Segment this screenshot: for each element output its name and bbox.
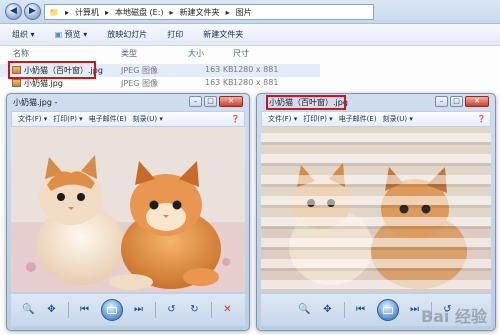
maximize-icon[interactable]: □ [450,96,463,107]
image-file-icon [12,79,21,87]
highlight-box [266,95,346,110]
address-bar-row: ◀ ▶ 📁 ▸ 计算机 ▸ 本地磁盘 (E:) ▸ 新建文件夹 ▸ 图片 [0,0,500,24]
fit-window-icon[interactable]: ✥ [321,303,335,317]
explorer-toolbar: 组织 ▾ ▣ 预览 ▾ 放映幻灯片 打印 新建文件夹 [0,24,500,46]
slideshow-icon [382,306,393,314]
column-type[interactable]: 类型 [121,48,137,59]
breadcrumb-pictures[interactable]: 图片 [236,7,252,18]
window-controls: – □ ✕ [435,96,489,108]
menu-burn[interactable]: 刻录(U) ▾ [133,114,163,124]
viewer-menu: 文件(F) ▾ 打印(P) ▾ 电子邮件(E) 刻录(U) ▾ ❓ [261,111,491,127]
preview-button[interactable]: ▣ 预览 ▾ [55,29,88,40]
file-type: JPEG 图像 [121,79,158,88]
organize-button[interactable]: 组织 ▾ [12,29,35,40]
preview-icon: ▣ [54,30,63,39]
menu-email[interactable]: 电子邮件(E) [89,114,127,124]
kittens-photo [11,127,245,292]
zoom-icon[interactable]: 🔍 [298,303,312,317]
photo-viewer-left: 小奶猫.jpg - – □ ✕ 文件(F) ▾ 打印(P) ▾ 电子邮件(E) … [6,93,250,331]
next-icon[interactable]: ⏭ [408,303,422,317]
menu-file[interactable]: 文件(F) ▾ [268,114,297,124]
watermark-text: Bai 经验 [420,307,487,326]
window-title: 小奶猫.jpg - [13,98,58,107]
help-icon[interactable]: ❓ [231,115,240,123]
rotate-right-icon[interactable]: ↻ [188,303,202,317]
new-folder-button[interactable]: 新建文件夹 [203,29,243,40]
viewer-controls: 🔍 ✥ ⏮ ⏭ ↺ ↻ ✕ [11,294,245,326]
print-button[interactable]: 打印 [167,29,183,40]
previous-icon[interactable]: ⏮ [354,303,368,317]
slideshow-button[interactable]: 放映幻灯片 [107,29,147,40]
kittens-blinds-image [261,127,491,292]
window-controls: – □ ✕ [189,96,243,108]
menu-burn[interactable]: 刻录(U) ▾ [383,114,413,124]
column-headers: 名称 类型 大小 尺寸 [0,46,500,60]
kittens-blinds-photo [261,127,491,292]
menu-email[interactable]: 电子邮件(E) [339,114,377,124]
column-size[interactable]: 大小 [188,48,204,59]
kittens-image [11,127,245,292]
help-icon[interactable]: ❓ [477,115,486,123]
fit-window-icon[interactable]: ✥ [45,303,59,317]
maximize-icon[interactable]: □ [204,96,217,107]
column-name[interactable]: 名称 [13,48,29,59]
minimize-icon[interactable]: – [435,96,448,107]
slideshow-icon [106,306,117,314]
file-name: 小奶猫.jpg [24,79,63,88]
file-size: 163 KB [205,78,234,87]
photo-viewer-right: 小奶猫（百叶窗）.jpg – □ ✕ 文件(F) ▾ 打印(P) ▾ 电子邮件(… [256,93,496,331]
rotate-left-icon[interactable]: ↺ [165,303,179,317]
breadcrumb-folder[interactable]: 新建文件夹 [180,7,220,18]
zoom-icon[interactable]: 🔍 [22,303,36,317]
file-dims: 1280 x 881 [233,78,279,87]
minimize-icon[interactable]: – [189,96,202,107]
close-icon[interactable]: ✕ [465,96,489,107]
folder-icon: 📁 [49,7,59,17]
column-dims[interactable]: 尺寸 [233,48,249,59]
close-icon[interactable]: ✕ [219,96,243,107]
forward-icon[interactable]: ▶ [24,3,41,20]
address-bar[interactable]: 📁 ▸ 计算机 ▸ 本地磁盘 (E:) ▸ 新建文件夹 ▸ 图片 [44,4,374,20]
file-type: JPEG 图像 [121,66,158,75]
slideshow-play-button[interactable] [100,299,123,321]
breadcrumb-computer[interactable]: 计算机 [75,7,99,18]
back-icon[interactable]: ◀ [5,3,22,20]
file-dims: 1280 x 881 [233,65,279,74]
highlight-box [8,61,96,79]
menu-file[interactable]: 文件(F) ▾ [18,114,47,124]
viewer-menu: 文件(F) ▾ 打印(P) ▾ 电子邮件(E) 刻录(U) ▾ ❓ [11,111,245,127]
file-size: 163 KB [205,65,234,74]
menu-print[interactable]: 打印(P) ▾ [53,114,82,124]
previous-icon[interactable]: ⏮ [78,303,92,317]
breadcrumb-drive[interactable]: 本地磁盘 (E:) [115,7,164,18]
delete-icon[interactable]: ✕ [221,303,235,317]
menu-print[interactable]: 打印(P) ▾ [303,114,332,124]
slideshow-play-button[interactable] [376,299,399,321]
next-icon[interactable]: ⏭ [132,303,146,317]
